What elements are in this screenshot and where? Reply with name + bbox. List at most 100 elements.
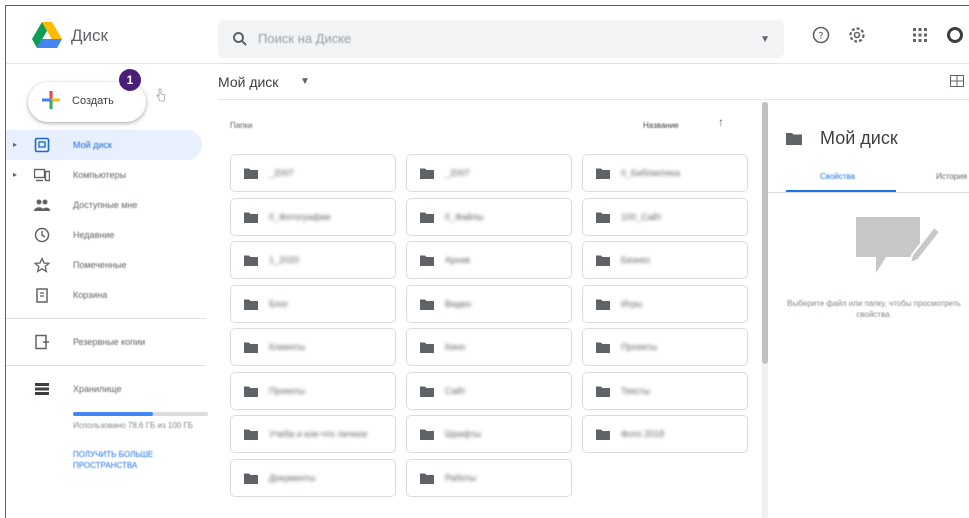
- sidebar-item-computers[interactable]: ▸ Компьютеры: [6, 160, 206, 190]
- sidebar-item-storage[interactable]: Хранилище: [6, 374, 206, 404]
- storage-icon: [34, 381, 50, 397]
- folder-icon: [596, 168, 610, 179]
- folder-icon: [420, 473, 434, 484]
- folder-item[interactable]: Шрифты: [406, 415, 572, 453]
- folder-item[interactable]: Проекты: [230, 371, 396, 410]
- folder-icon: [244, 212, 258, 223]
- folder-item[interactable]: Учеба и кое-что личное: [230, 415, 396, 453]
- top-header: Диск Поиск на Диске ▼ ?: [6, 6, 969, 64]
- folder-item[interactable]: Документы: [230, 458, 396, 497]
- folder-item[interactable]: _2007: [406, 154, 572, 192]
- search-input[interactable]: Поиск на Диске: [258, 31, 351, 46]
- tab-properties[interactable]: Свойства: [820, 172, 855, 181]
- folder-icon: [596, 299, 610, 310]
- folder-item[interactable]: _2007: [230, 154, 396, 192]
- storage-usage-text: Использовано 78,6 ГБ из 100 ГБ: [73, 421, 194, 430]
- details-title: Мой диск: [820, 128, 898, 148]
- drive-logo-icon[interactable]: [32, 22, 62, 48]
- svg-text:?: ?: [818, 31, 823, 42]
- create-label: Создать: [72, 95, 114, 107]
- breadcrumb: Мой диск ▼: [218, 64, 969, 100]
- sidebar-item-label: Доступные мне: [73, 200, 138, 210]
- folder-item[interactable]: Игры: [582, 284, 748, 323]
- search-bar[interactable]: Поиск на Диске ▼: [218, 20, 784, 58]
- sidebar-item-my-drive[interactable]: ▸ Мой диск: [6, 130, 202, 160]
- folder-name: Учеба и кое-что личное: [269, 429, 368, 439]
- search-icon[interactable]: [232, 31, 248, 47]
- folder-name: Проекты: [621, 342, 658, 352]
- folder-name: Работы: [445, 472, 477, 483]
- page-title[interactable]: Мой диск: [218, 74, 278, 90]
- folder-name: Клиенты: [269, 342, 306, 352]
- folder-item[interactable]: Бизнес: [582, 241, 748, 279]
- grid-view-icon[interactable]: [950, 75, 964, 87]
- sidebar-item-label: Недавние: [73, 230, 115, 240]
- folder-name: _2007: [269, 168, 295, 178]
- sidebar-item-label: Помеченные: [73, 260, 127, 270]
- sidebar-divider: [6, 318, 206, 319]
- folder-item[interactable]: Работы: [406, 458, 572, 497]
- folder-item[interactable]: 0_Файлы: [406, 197, 572, 236]
- folder-item[interactable]: Видео: [406, 284, 572, 323]
- folder-item[interactable]: Кино: [406, 328, 572, 366]
- sidebar-item-backups[interactable]: Резервные копии: [6, 327, 206, 357]
- trash-icon: [34, 287, 50, 303]
- sidebar-item-recent[interactable]: Недавние: [6, 220, 206, 250]
- folder-item[interactable]: 100_Сайт: [582, 197, 748, 236]
- step-badge: 1: [119, 69, 141, 91]
- folder-item[interactable]: Сайт: [406, 371, 572, 410]
- expand-arrow-icon[interactable]: ▸: [13, 140, 17, 149]
- folder-icon: [244, 473, 258, 484]
- folders-section: Папки Название ↑ _2007 _2007 0_Библиотека 0…: [218, 100, 764, 518]
- expand-arrow-icon[interactable]: ▸: [13, 170, 17, 179]
- folder-icon: [244, 386, 258, 397]
- folder-item[interactable]: Архив: [406, 241, 572, 279]
- chevron-down-icon[interactable]: ▼: [300, 76, 310, 87]
- folder-item[interactable]: Проекты: [582, 328, 748, 366]
- folder-name: Игры: [621, 298, 643, 309]
- sidebar-item-starred[interactable]: Помеченные: [6, 250, 206, 280]
- sidebar-item-trash[interactable]: Корзина: [6, 280, 206, 310]
- folder-name: Блог: [269, 298, 289, 309]
- folder-name: 1_2020: [269, 255, 300, 265]
- sort-arrow-up-icon[interactable]: ↑: [718, 115, 724, 129]
- details-panel: Мой диск Свойства История Выберите файл …: [768, 100, 969, 518]
- folder-item[interactable]: Тексты: [582, 371, 748, 410]
- tab-history[interactable]: История: [936, 172, 967, 181]
- folder-item[interactable]: Фото 2018: [582, 415, 748, 453]
- brand-label[interactable]: Диск: [71, 26, 108, 46]
- settings-icon[interactable]: [848, 26, 866, 44]
- folder-item[interactable]: 1_2020: [230, 241, 396, 279]
- folder-name: 100_Сайт: [621, 211, 662, 222]
- account-icon[interactable]: [946, 26, 964, 44]
- folder-name: 0_Файлы: [445, 211, 484, 222]
- folder-icon: [420, 342, 434, 353]
- folder-icon: [244, 168, 258, 179]
- folder-name: Кино: [445, 342, 466, 352]
- sidebar-item-label: Резервные копии: [73, 337, 146, 347]
- folder-name: Бизнес: [621, 255, 651, 265]
- help-icon[interactable]: ?: [812, 26, 830, 44]
- folder-icon: [596, 386, 610, 397]
- folder-icon: [420, 299, 434, 310]
- apps-grid-icon[interactable]: [911, 26, 929, 44]
- sidebar-item-label: Мой диск: [73, 140, 112, 150]
- my-drive-icon: [34, 137, 50, 153]
- caret-down-icon[interactable]: ▼: [760, 34, 770, 45]
- sidebar-item-shared[interactable]: Доступные мне: [6, 190, 206, 220]
- sidebar-item-label: Корзина: [73, 290, 108, 300]
- folder-icon: [420, 168, 434, 179]
- folder-item[interactable]: Блог: [230, 284, 396, 323]
- folder-icon: [420, 386, 434, 397]
- storage-progress-fill: [73, 412, 153, 416]
- computers-icon: [33, 167, 51, 183]
- details-hint-text: Выберите файл или папку, чтобы просмотре…: [787, 299, 961, 319]
- folder-name: Документы: [269, 472, 316, 483]
- folder-name: Шрифты: [445, 429, 482, 439]
- folder-item[interactable]: Клиенты: [230, 328, 396, 366]
- get-more-storage-link[interactable]: ПОЛУЧИТЬ БОЛЬШЕ ПРОСТРАНСТВА: [73, 449, 213, 471]
- folder-item[interactable]: 0_Фотографии: [230, 197, 396, 236]
- folder-name: Архив: [445, 255, 471, 265]
- sort-by-name-button[interactable]: Название: [643, 121, 679, 130]
- folder-item[interactable]: 0_Библиотека: [582, 154, 748, 192]
